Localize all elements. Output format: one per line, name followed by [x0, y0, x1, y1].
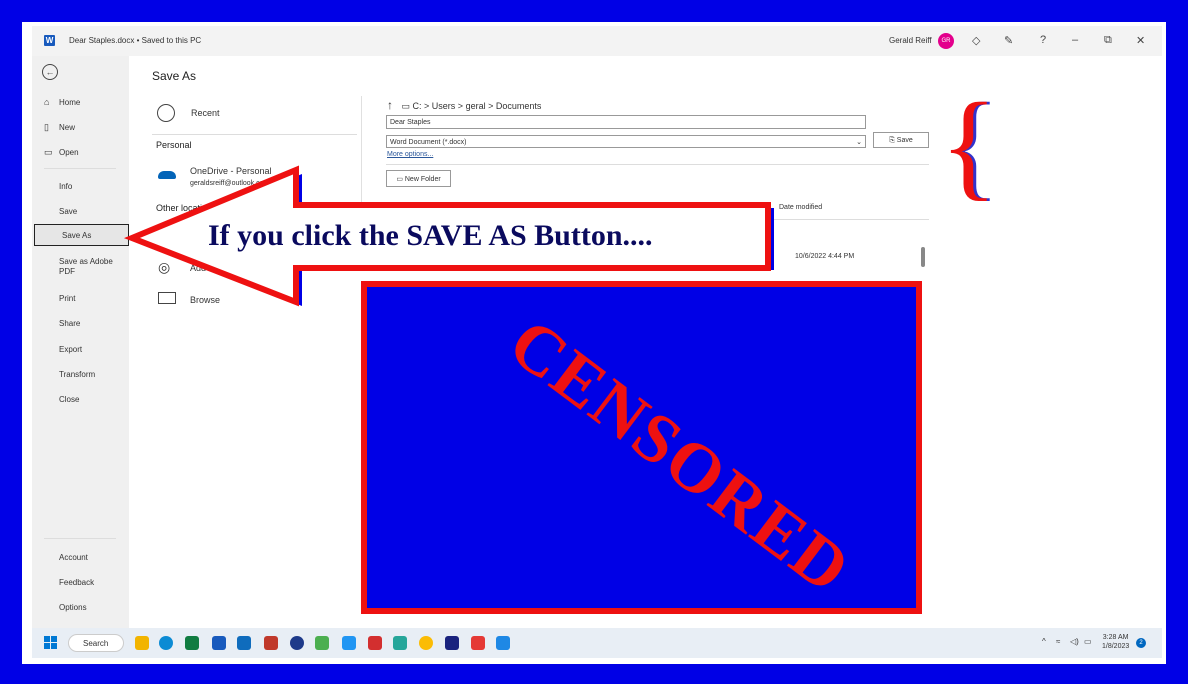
annotation-brace: {	[940, 78, 998, 211]
annotation-text: If you click the SAVE AS Button....	[208, 219, 653, 252]
censored-overlay: CENSORED	[361, 281, 922, 614]
censored-stamp: CENSORED	[494, 303, 865, 610]
